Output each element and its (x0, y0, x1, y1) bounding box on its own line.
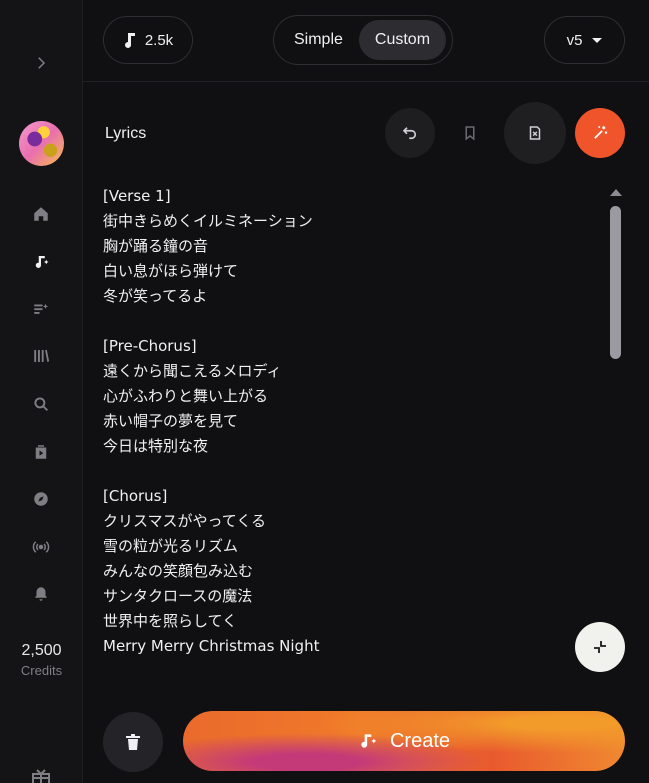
explore-icon[interactable] (24, 482, 58, 516)
avatar[interactable] (19, 121, 64, 166)
caret-down-icon (592, 37, 603, 43)
credits-display[interactable]: 2,500 Credits (0, 642, 83, 678)
music-note-icon (124, 33, 135, 48)
video-icon[interactable] (24, 435, 58, 469)
library-icon[interactable] (24, 339, 58, 373)
magic-wand-icon (594, 126, 608, 139)
scroll-up-arrow[interactable] (610, 189, 622, 196)
mode-toggle: Simple Custom (273, 15, 453, 65)
generate-lyrics-button[interactable] (575, 108, 625, 158)
credits-number: 2,500 (21, 642, 62, 659)
search-icon[interactable] (24, 387, 58, 421)
radio-icon[interactable] (24, 530, 58, 564)
bookmark-icon (465, 126, 475, 141)
mode-simple-button[interactable]: Simple (278, 20, 359, 60)
create-label: Create (389, 729, 451, 752)
gift-icon[interactable] (30, 768, 52, 783)
mode-custom-button[interactable]: Custom (358, 20, 447, 60)
top-bar: 2.5k Simple Custom v5 (83, 0, 649, 82)
expand-sidebar-icon[interactable] (24, 46, 58, 80)
create-music-icon (361, 734, 377, 748)
trash-icon (126, 734, 140, 750)
delete-button[interactable] (103, 712, 163, 772)
credits-label: Credits (20, 663, 63, 678)
create-button[interactable]: Create (183, 711, 625, 771)
sidebar: 2,500 Credits (0, 0, 83, 783)
notes-count: 2.5k (144, 31, 174, 49)
bookmark-button[interactable] (445, 108, 495, 158)
home-icon[interactable] (24, 197, 58, 231)
clear-icon (529, 126, 541, 140)
bell-icon[interactable] (24, 577, 58, 611)
version-select[interactable]: v5 (544, 16, 625, 64)
collapse-icon (594, 641, 606, 653)
scrollbar-thumb[interactable] (610, 206, 621, 359)
collapse-button[interactable] (575, 622, 625, 672)
version-label: v5 (566, 31, 583, 49)
create-music-icon[interactable] (24, 245, 58, 279)
playlist-add-icon[interactable] (24, 292, 58, 326)
lyrics-title: Lyrics (105, 125, 147, 142)
lyrics-textarea[interactable]: [Verse 1] 街中きらめくイルミネーション 胸が踊る鐘の音 白い息がほら弾… (103, 184, 598, 674)
notes-count-button[interactable]: 2.5k (103, 16, 193, 64)
undo-button[interactable] (385, 108, 435, 158)
clear-lyrics-button[interactable] (504, 102, 566, 164)
undo-icon (402, 127, 417, 140)
